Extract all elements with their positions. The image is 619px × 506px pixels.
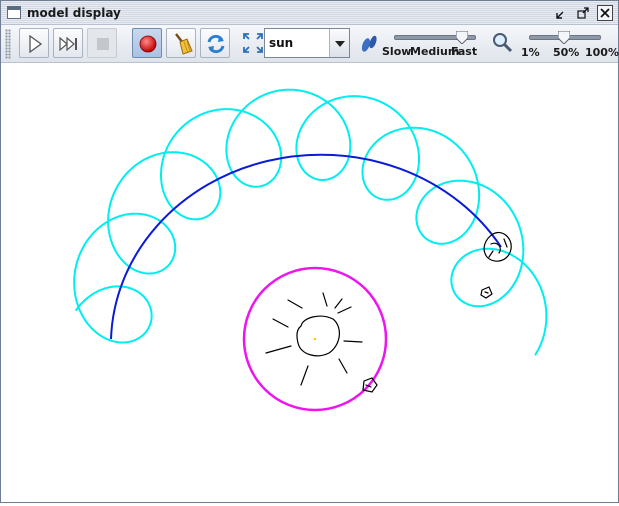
zoom-button[interactable] bbox=[487, 28, 517, 58]
speed-label-fast: Fast bbox=[451, 45, 478, 58]
close-icon[interactable] bbox=[597, 5, 613, 21]
record-button[interactable] bbox=[132, 28, 162, 58]
deferent-arc bbox=[110, 153, 502, 340]
window-icon bbox=[7, 6, 21, 19]
stop-icon bbox=[97, 38, 109, 50]
broom-icon bbox=[175, 33, 193, 55]
body-select-value: sun bbox=[269, 36, 294, 50]
satellite-sketch bbox=[480, 286, 493, 299]
chevron-down-icon[interactable] bbox=[329, 29, 349, 57]
model-display-window: model display sun Slow Medium Fast 1% 50… bbox=[0, 0, 619, 503]
refresh-button[interactable] bbox=[200, 28, 230, 58]
toolbar: sun Slow Medium Fast 1% 50% 100% bbox=[1, 25, 619, 63]
refresh-icon bbox=[207, 34, 225, 54]
stop-button[interactable] bbox=[87, 28, 117, 58]
maximize-icon[interactable] bbox=[575, 5, 591, 21]
epicycle-trail bbox=[73, 88, 548, 356]
play-icon bbox=[29, 34, 43, 54]
magnifier-icon bbox=[493, 33, 513, 53]
zoom-label-min: 1% bbox=[521, 46, 540, 59]
step-forward-button[interactable] bbox=[53, 28, 83, 58]
speed-label-slow: Slow bbox=[382, 45, 412, 58]
feet-icon bbox=[358, 31, 380, 57]
body-select[interactable]: sun bbox=[264, 28, 350, 58]
window-title: model display bbox=[27, 6, 121, 20]
zoom-slider-thumb[interactable] bbox=[557, 29, 571, 45]
minimize-icon[interactable] bbox=[554, 5, 570, 21]
toolbar-grip[interactable] bbox=[5, 29, 11, 59]
planet-sketch bbox=[483, 231, 512, 262]
sun-center-dot bbox=[313, 337, 317, 341]
zoom-label-mid: 50% bbox=[553, 46, 580, 59]
orbit-scene bbox=[73, 88, 548, 412]
model-canvas[interactable] bbox=[1, 63, 618, 502]
title-bar[interactable]: model display bbox=[1, 1, 618, 25]
record-icon bbox=[139, 35, 157, 53]
speed-slider-thumb[interactable] bbox=[455, 29, 469, 45]
clear-trails-button[interactable] bbox=[166, 28, 196, 58]
play-button[interactable] bbox=[19, 28, 49, 58]
zoom-label-max: 100% bbox=[585, 46, 619, 59]
step-forward-icon bbox=[59, 36, 77, 52]
